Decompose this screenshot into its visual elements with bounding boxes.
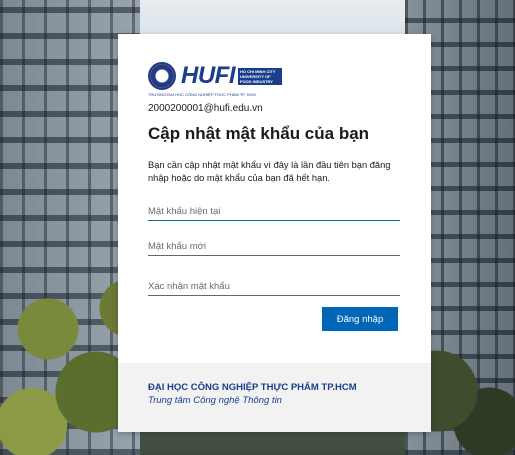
new-password-field xyxy=(148,236,400,256)
hufi-logo: HUFI HO CHI MINH CITY UNIVERSITY OF FOOD… xyxy=(148,61,282,91)
current-password-input[interactable] xyxy=(148,202,400,221)
hufi-emblem-icon xyxy=(148,62,176,90)
logo-subtext: TRƯỜNG ĐẠI HỌC CÔNG NGHIỆP THỰC PHẨM TP.… xyxy=(148,92,256,97)
confirm-password-field xyxy=(148,276,400,296)
logo-side-text: HO CHI MINH CITY UNIVERSITY OF FOOD INDU… xyxy=(238,67,282,85)
new-password-input[interactable] xyxy=(148,237,400,256)
current-password-field xyxy=(148,201,400,221)
page-title: Cập nhật mật khẩu của bạn xyxy=(148,124,370,143)
confirm-password-input[interactable] xyxy=(148,277,400,296)
password-update-card: HUFI HO CHI MINH CITY UNIVERSITY OF FOOD… xyxy=(118,34,431,432)
sign-in-button[interactable]: Đăng nhập xyxy=(322,307,398,331)
description-text: Bạn cần cập nhật mật khẩu vì đây là lần … xyxy=(148,160,391,183)
logo-wordmark: HUFI xyxy=(181,62,236,89)
account-email: 2000200001@hufi.edu.vn xyxy=(148,103,263,114)
footer-organization: ĐẠI HỌC CÔNG NGHIỆP THỰC PHẨM TP.HCM xyxy=(148,382,357,393)
card-footer: ĐẠI HỌC CÔNG NGHIỆP THỰC PHẨM TP.HCM Tru… xyxy=(118,363,431,432)
footer-department: Trung tâm Công nghệ Thông tin xyxy=(148,395,282,406)
